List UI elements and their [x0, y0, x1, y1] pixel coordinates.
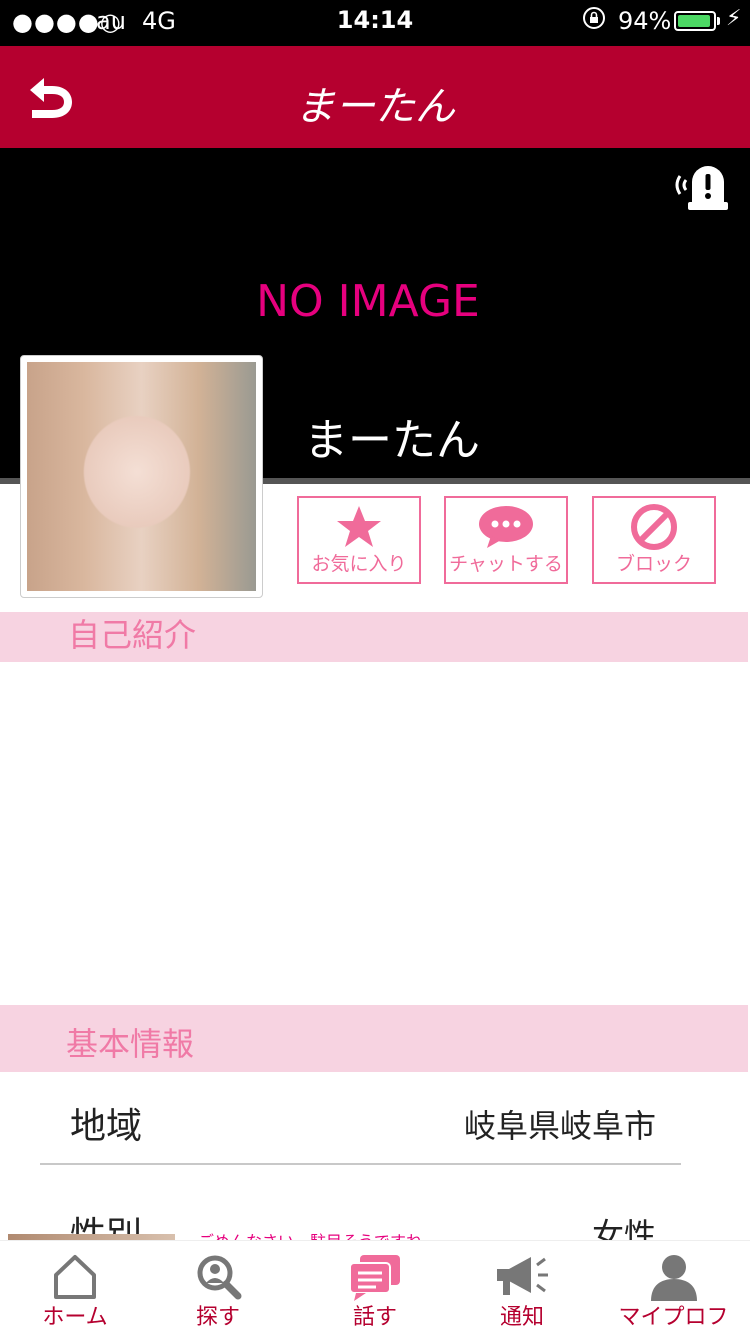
chat-label: チャットする — [449, 553, 563, 575]
chat-bubble-icon — [479, 506, 533, 548]
tab-home-label: ホーム — [42, 1305, 108, 1330]
tab-notifications-label: 通知 — [499, 1305, 544, 1330]
tab-my-profile-label: マイプロフ — [618, 1305, 729, 1330]
page-title: まーたん — [295, 84, 455, 130]
tab-talk-label: 話す — [352, 1305, 397, 1330]
rotation-lock-icon — [583, 7, 605, 29]
info-value-region: 岐阜県岐阜市 — [463, 1107, 656, 1145]
row-divider — [40, 1163, 681, 1165]
battery-percent: 94% — [618, 7, 672, 35]
battery-cap — [717, 17, 720, 25]
message-preview: ごめんなさい 駐目そうですね — [198, 1228, 422, 1240]
tab-search-label: 探す — [195, 1305, 240, 1330]
favorite-label: お気に入り — [311, 553, 407, 575]
tab-bar: ホーム 探す 話す 通知 マイプロフ — [0, 1240, 750, 1335]
home-icon — [54, 1255, 96, 1299]
no-image-text: NO IMAGE — [256, 276, 480, 327]
app-header: まーたん — [0, 46, 750, 148]
megaphone-icon — [497, 1257, 548, 1295]
tab-notifications[interactable]: 通知 — [447, 1241, 597, 1335]
profile-icon — [650, 1255, 697, 1301]
section-header-basic: 基本情報 — [0, 1005, 748, 1072]
avatar-photo — [27, 362, 256, 591]
tab-home[interactable]: ホーム — [0, 1241, 150, 1335]
battery-icon — [674, 11, 716, 31]
section-header-intro: 自己紹介 — [0, 612, 748, 662]
search-icon — [197, 1255, 242, 1300]
report-alarm-icon[interactable] — [668, 156, 734, 216]
favorite-button[interactable]: お気に入り — [297, 496, 421, 584]
status-bar: ●●●●○ au 4G 14:14 94% ⚡ — [0, 0, 750, 46]
intro-body — [0, 662, 750, 1005]
block-icon — [631, 504, 677, 550]
tab-talk[interactable]: 話す — [300, 1241, 450, 1335]
chat-button[interactable]: チャットする — [444, 496, 568, 584]
star-icon — [337, 506, 381, 547]
profile-name: まーたん — [304, 415, 480, 466]
section-title-basic: 基本情報 — [66, 1025, 195, 1063]
section-title-intro: 自己紹介 — [68, 616, 197, 654]
talk-icon — [349, 1255, 400, 1301]
block-label: ブロック — [615, 553, 692, 575]
tab-my-profile[interactable]: マイプロフ — [597, 1241, 750, 1335]
block-button[interactable]: ブロック — [592, 496, 716, 584]
info-label-region: 地域 — [70, 1106, 143, 1147]
tab-search[interactable]: 探す — [143, 1241, 293, 1335]
charging-bolt-icon: ⚡ — [726, 6, 742, 31]
avatar[interactable] — [20, 355, 263, 598]
